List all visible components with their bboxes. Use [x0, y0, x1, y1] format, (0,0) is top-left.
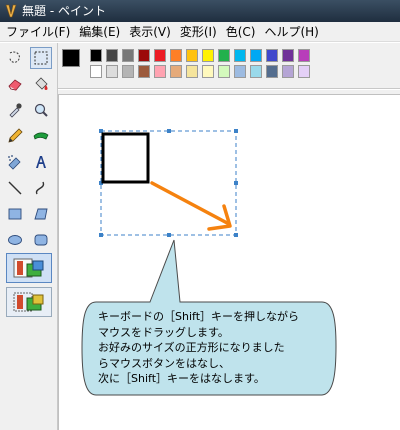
color-swatch[interactable]	[106, 49, 118, 62]
ellipse-icon	[8, 235, 22, 245]
tool-rect-select[interactable]	[30, 47, 52, 69]
color-swatch[interactable]	[186, 65, 198, 78]
color-palette	[58, 43, 400, 89]
pencil-icon	[8, 128, 23, 143]
color-swatch[interactable]	[266, 65, 278, 78]
callout-text: キーボードの［Shift］キーを押しながら マウスをドラッグします。 お好みのサ…	[98, 309, 334, 387]
tool-fill[interactable]	[30, 73, 52, 95]
menu-edit[interactable]: 編集(E)	[77, 22, 127, 42]
color-swatch[interactable]	[298, 65, 310, 78]
color-swatch[interactable]	[266, 49, 278, 62]
brush-icon	[33, 132, 49, 140]
tool-polygon[interactable]	[30, 203, 52, 225]
color-swatch[interactable]	[282, 49, 294, 62]
color-swatch[interactable]	[154, 65, 166, 78]
color-swatch[interactable]	[90, 49, 102, 62]
tool-eraser[interactable]	[4, 73, 26, 95]
color-swatch[interactable]	[154, 49, 166, 62]
rectangle-icon	[8, 208, 22, 220]
tool-rectangle[interactable]	[4, 203, 26, 225]
color-swatch[interactable]	[138, 49, 150, 62]
tool-airbrush[interactable]	[4, 151, 26, 173]
color-swatch[interactable]	[170, 65, 182, 78]
menu-colors[interactable]: 色(C)	[224, 22, 263, 42]
color-swatch[interactable]	[218, 65, 230, 78]
line-icon	[8, 181, 22, 195]
tool-free-select[interactable]	[4, 47, 26, 69]
color-swatch[interactable]	[122, 49, 134, 62]
menu-image[interactable]: 変形(I)	[178, 22, 224, 42]
airbrush-icon	[8, 155, 21, 170]
eraser-icon	[8, 79, 22, 91]
color-swatch[interactable]	[250, 65, 262, 78]
transparent-selection-icon	[13, 292, 44, 312]
title-bar: 無題 - ペイント	[0, 0, 400, 22]
color-swatch[interactable]	[234, 65, 246, 78]
callout-line: お好みのサイズの正方形になりました	[98, 341, 285, 354]
curve-icon	[35, 181, 45, 195]
color-swatch[interactable]	[298, 49, 310, 62]
color-swatch[interactable]	[122, 65, 134, 78]
magnifier-icon	[34, 103, 48, 117]
callout-line: マウスをドラッグします。	[98, 325, 229, 339]
toolbox	[0, 43, 58, 430]
color-swatch[interactable]	[138, 65, 150, 78]
tool-rounded-rect[interactable]	[30, 229, 52, 251]
tool-ellipse[interactable]	[4, 229, 26, 251]
color-swatch[interactable]	[218, 49, 230, 62]
tool-pencil[interactable]	[4, 125, 26, 147]
menu-file[interactable]: ファイル(F)	[4, 22, 77, 42]
paint-app-icon	[5, 4, 17, 18]
tool-magnifier[interactable]	[30, 99, 52, 121]
tool-brush[interactable]	[30, 125, 52, 147]
foreground-color[interactable]	[62, 49, 80, 67]
tool-text[interactable]	[30, 151, 52, 173]
tool-eyedropper[interactable]	[4, 99, 26, 121]
transparency-option-transparent[interactable]	[6, 287, 52, 317]
menu-view[interactable]: 表示(V)	[127, 22, 178, 42]
rect-select-icon	[34, 51, 48, 65]
fill-bucket-icon	[35, 77, 48, 90]
color-swatch[interactable]	[170, 49, 182, 62]
color-swatch[interactable]	[202, 49, 214, 62]
free-select-icon	[9, 51, 20, 63]
tool-curve[interactable]	[30, 177, 52, 199]
rounded-rect-icon	[34, 234, 48, 246]
text-icon	[36, 156, 46, 168]
callout-line: 次に［Shift］キーをはなします。	[98, 372, 265, 385]
opaque-selection-icon	[13, 258, 44, 278]
color-swatch[interactable]	[90, 65, 102, 78]
color-swatch[interactable]	[186, 49, 198, 62]
color-swatch[interactable]	[250, 49, 262, 62]
eyedropper-icon	[9, 103, 22, 118]
color-swatch[interactable]	[282, 65, 294, 78]
polygon-icon	[34, 208, 48, 220]
color-swatch[interactable]	[202, 65, 214, 78]
menu-bar: ファイル(F) 編集(E) 表示(V) 変形(I) 色(C) ヘルプ(H)	[0, 22, 400, 42]
tool-line[interactable]	[4, 177, 26, 199]
transparency-option-opaque[interactable]	[6, 253, 52, 283]
callout-line: らマウスボタンをはなし、	[98, 356, 230, 370]
window-title: 無題 - ペイント	[22, 4, 106, 18]
callout-line: キーボードの［Shift］キーを押しながら	[98, 310, 300, 323]
color-swatch[interactable]	[106, 65, 118, 78]
color-swatch[interactable]	[234, 49, 246, 62]
current-colors[interactable]	[62, 49, 86, 83]
menu-help[interactable]: ヘルプ(H)	[262, 22, 325, 42]
